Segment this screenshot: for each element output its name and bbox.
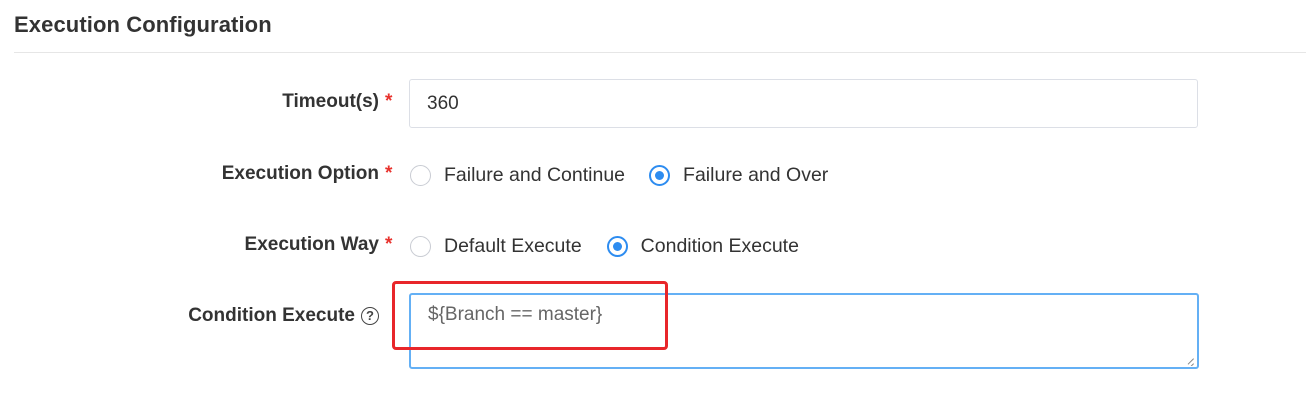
radio-label: Failure and Over — [683, 164, 829, 186]
execution-config-page: Execution Configuration Timeout(s) * Exe… — [0, 0, 1306, 420]
radio-default-execute[interactable]: Default Execute — [410, 235, 582, 258]
section-divider — [14, 52, 1306, 53]
radio-unchecked-icon[interactable] — [410, 165, 431, 186]
timeout-label: Timeout(s) — [282, 91, 379, 112]
radio-checked-icon[interactable] — [606, 236, 628, 257]
radio-failure-and-continue[interactable]: Failure and Continue — [410, 164, 625, 187]
condition-execute-label: Condition Execute — [188, 305, 355, 326]
resize-grip-icon[interactable] — [1182, 352, 1196, 366]
radio-checked-icon[interactable] — [649, 165, 671, 186]
radio-unchecked-icon[interactable] — [410, 236, 431, 257]
execution-way-radio-group: Default Execute Condition Execute — [410, 235, 822, 258]
radio-condition-execute[interactable]: Condition Execute — [606, 235, 799, 258]
execution-way-label: Execution Way — [244, 234, 379, 255]
execution-way-row: Execution Way * Default Execute Conditio… — [0, 234, 1306, 258]
execution-option-required-mark: * — [385, 163, 393, 184]
condition-execute-textarea[interactable]: ${Branch == master} — [409, 293, 1199, 369]
execution-option-label: Execution Option — [221, 163, 379, 184]
radio-label: Condition Execute — [640, 235, 799, 257]
radio-label: Failure and Continue — [444, 164, 626, 186]
execution-option-row: Execution Option * Failure and Continue … — [0, 163, 1306, 187]
question-circle-icon[interactable]: ? — [361, 307, 379, 325]
timeout-input[interactable] — [409, 79, 1198, 128]
section-title: Execution Configuration — [14, 12, 272, 37]
radio-label: Default Execute — [444, 235, 582, 257]
timeout-row: Timeout(s) * — [0, 79, 1306, 128]
timeout-required-mark: * — [385, 91, 393, 112]
execution-way-required-mark: * — [385, 234, 393, 255]
execution-option-radio-group: Failure and Continue Failure and Over — [410, 164, 851, 187]
radio-failure-and-over[interactable]: Failure and Over — [649, 164, 828, 187]
